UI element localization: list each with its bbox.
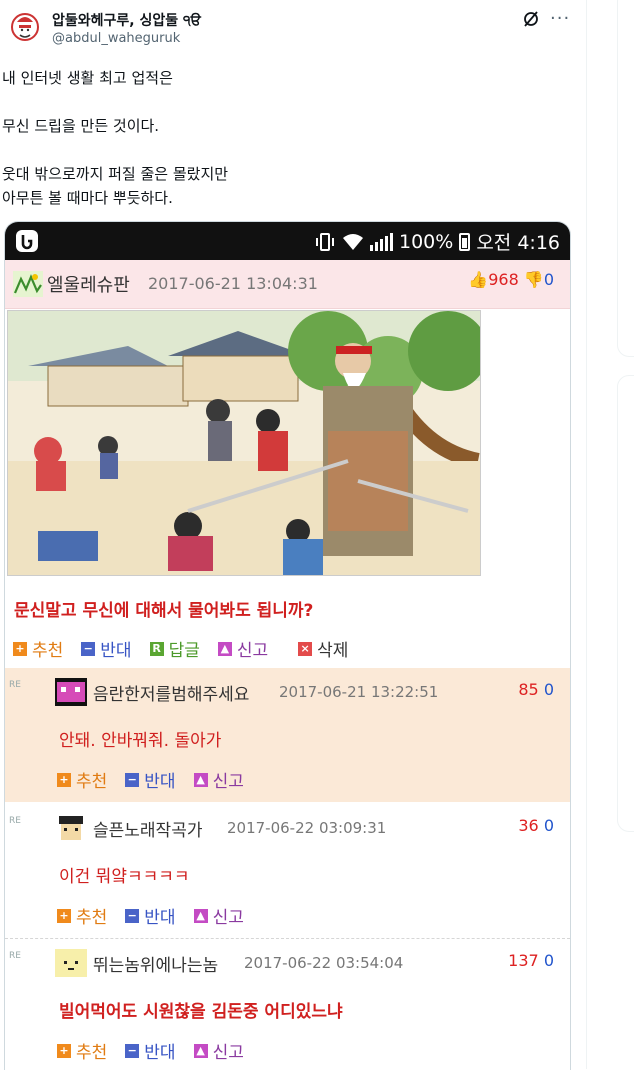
status-time: 오전 4:16: [476, 232, 560, 254]
comment-author[interactable]: 슬픈노래작곡가: [93, 816, 202, 841]
reply-button[interactable]: R 답글: [149, 636, 200, 661]
comment-actions: + 추천 − 반대 ▲ 신고: [57, 767, 262, 792]
up-count: 968: [488, 270, 519, 289]
post-actions: + 추천 − 반대 R 답글 ▲ 신고 × 삭제: [13, 636, 366, 661]
alarm-icon: ▲: [193, 772, 208, 787]
tweet-line: 웃대 밖으로까지 퍼질 줄은 몰랐지만: [2, 165, 229, 183]
app-logo-icon: [16, 230, 38, 252]
more-options-icon[interactable]: ···: [550, 8, 570, 29]
minus-icon: −: [125, 772, 140, 787]
comment-body: 빌어먹어도 시원찮을 김돈중 어디있느냐: [59, 1002, 343, 1022]
alarm-icon: ▲: [193, 908, 208, 923]
tweet-line: 내 인터넷 생활 최고 업적은: [2, 69, 173, 87]
user-level-icon: [55, 814, 87, 842]
comment-date: 2017-06-21 13:22:51: [279, 683, 439, 701]
comment-author[interactable]: 뛰는놈위에나는놈: [93, 951, 218, 976]
comment-date: 2017-06-22 03:09:31: [227, 819, 387, 837]
wifi-icon: [343, 233, 363, 250]
minus-icon: −: [81, 641, 96, 656]
sidebar-card[interactable]: [617, 375, 634, 832]
right-sidebar: [617, 0, 634, 1069]
author-handle[interactable]: @abdul_waheguruk: [52, 31, 180, 46]
report-button[interactable]: ▲ 신고: [217, 636, 268, 661]
recommend-button[interactable]: + 추천: [57, 1038, 107, 1063]
comment-body: 이건 뭐얔ㅋㅋㅋㅋ: [59, 867, 190, 887]
oppose-button[interactable]: − 반대: [125, 903, 176, 928]
user-level-icon: [55, 678, 87, 706]
tweet-line-spacer: [2, 90, 228, 114]
comment-body: 안돼. 안바꿔줘. 돌아가: [59, 731, 222, 751]
tweet: 압둘와헤구루, 싱압둘 ੧ੳ @abdul_waheguruk ··· 내 인터…: [0, 0, 586, 1070]
report-button[interactable]: ▲ 신고: [193, 903, 244, 928]
reply-icon: R: [149, 641, 164, 656]
comment-actions: + 추천 − 반대 ▲ 신고: [57, 1038, 262, 1063]
minus-icon: −: [125, 1043, 140, 1058]
close-icon: ×: [298, 641, 313, 656]
attached-screenshot[interactable]: 100% 오전 4:16 엘울레슈판 2017-06-21 13:04:31 👍…: [4, 221, 571, 1070]
post-votes: 👍968 👎0: [468, 270, 554, 289]
report-button[interactable]: ▲ 신고: [193, 1038, 244, 1063]
vibrate-icon: [316, 232, 334, 251]
oppose-button[interactable]: − 반대: [125, 767, 176, 792]
tweet-line-spacer: [2, 138, 228, 162]
comment-score: 85 0: [518, 680, 554, 699]
sidebar-card[interactable]: [617, 0, 634, 357]
thumbs-down-icon[interactable]: 👎: [524, 270, 544, 289]
comment: RE 슬픈노래작곡가 2017-06-22 03:09:31 36 0 이건 뭐…: [5, 804, 570, 938]
user-level-icon: [55, 949, 87, 977]
battery-icon: [459, 232, 471, 251]
phone-status-bar: 100% 오전 4:16: [5, 222, 570, 260]
plus-icon: +: [57, 772, 71, 787]
battery-percent: 100%: [399, 230, 454, 253]
recommend-button[interactable]: + 추천: [57, 767, 107, 792]
post-author[interactable]: 엘울레슈판: [47, 271, 130, 297]
post-title: 문신말고 무신에 대해서 물어봐도 됩니까?: [14, 601, 314, 621]
thumbs-up-icon[interactable]: 👍: [468, 270, 488, 289]
grok-icon[interactable]: [522, 10, 540, 28]
comment-score: 36 0: [518, 816, 554, 835]
comment: RE 뛰는놈위에나는놈 2017-06-22 03:54:04 137 0 빌어…: [5, 939, 570, 1070]
post-date: 2017-06-21 13:04:31: [148, 274, 318, 293]
column-divider: [586, 0, 587, 1069]
reply-marker: RE: [9, 816, 21, 826]
oppose-button[interactable]: − 반대: [125, 1038, 176, 1063]
author-name[interactable]: 압둘와헤구루, 싱압둘 ੧ੳ: [52, 10, 201, 30]
comment-date: 2017-06-22 03:54:04: [244, 954, 404, 972]
post-header: 엘울레슈판 2017-06-21 13:04:31 👍968 👎0: [5, 260, 570, 309]
plus-icon: +: [57, 1043, 71, 1058]
tweet-line: 아무튼 볼 때마다 뿌듯하다.: [2, 189, 173, 207]
tweet-line: 무신 드립을 만든 것이다.: [2, 117, 160, 135]
tweet-text: 내 인터넷 생활 최고 업적은 무신 드립을 만든 것이다. 웃대 밖으로까지 …: [2, 66, 228, 210]
down-count: 0: [543, 270, 554, 289]
recommend-button[interactable]: + 추천: [57, 903, 107, 928]
plus-icon: +: [57, 908, 71, 923]
avatar[interactable]: [10, 10, 40, 44]
alarm-icon: ▲: [193, 1043, 208, 1058]
reply-marker: RE: [9, 680, 21, 690]
comment-author[interactable]: 음란한저를범해주세요: [93, 680, 249, 705]
signal-icon: [370, 232, 393, 251]
minus-icon: −: [125, 908, 140, 923]
recommend-button[interactable]: + 추천: [13, 636, 63, 661]
alarm-icon: ▲: [217, 641, 232, 656]
comment: RE 음란한저를범해주세요 2017-06-21 13:22:51 85 0 안…: [5, 668, 570, 802]
comment-actions: + 추천 − 반대 ▲ 신고: [57, 903, 262, 928]
post-illustration[interactable]: [7, 310, 481, 576]
user-level-icon: [13, 271, 43, 297]
comment-score: 137 0: [508, 951, 554, 970]
reply-marker: RE: [9, 951, 21, 961]
report-button[interactable]: ▲ 신고: [193, 767, 244, 792]
plus-icon: +: [13, 641, 27, 656]
oppose-button[interactable]: − 반대: [81, 636, 132, 661]
delete-button[interactable]: × 삭제: [298, 636, 348, 661]
